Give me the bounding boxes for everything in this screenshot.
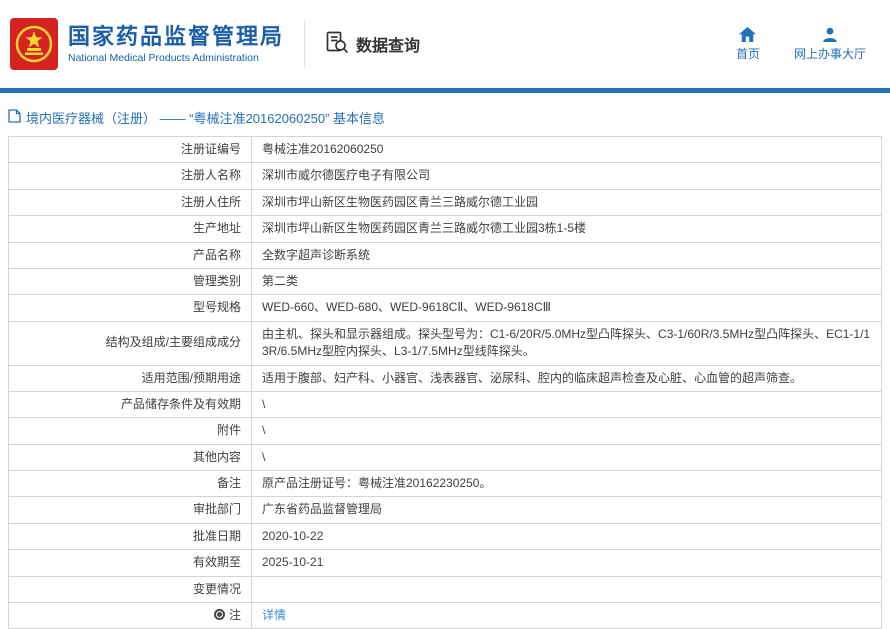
row-label: 生产地址 <box>8 215 252 243</box>
row-label: 管理类别 <box>8 267 252 296</box>
row-label: 附件 <box>8 417 252 445</box>
row-value: 2025-10-21 <box>251 549 882 577</box>
row-value: 详情 <box>251 602 882 629</box>
row-value: 深圳市威尔德医疗电子有限公司 <box>251 162 882 190</box>
row-value: 适用于腹部、妇产科、小器官、浅表器官、泌尿科、腔内的临床超声检查及心脏、心血管的… <box>251 364 882 392</box>
site-header: 国家药品监督管理局 National Medical Products Admi… <box>0 0 890 88</box>
detail-link[interactable]: 详情 <box>262 608 286 622</box>
table-row: 注详情 <box>8 602 882 629</box>
row-value: 第二类 <box>251 267 882 296</box>
row-value: 原产品注册证号：粤械注准20162230250。 <box>251 470 882 498</box>
breadcrumb-text: 境内医疗器械（注册） —— “粤械注准20162060250” 基本信息 <box>26 111 386 126</box>
header-accent-bar <box>0 88 890 93</box>
info-table: 注册证编号 粤械注准20162060250 注册人名称 深圳市威尔德医疗电子有限公司注… <box>8 135 882 629</box>
row-value: 广东省药品监督管理局 <box>251 496 882 524</box>
row-label: 适用范围/预期用途 <box>8 364 252 392</box>
table-row: 型号规格 WED-660、WED-680、WED-9618CⅡ、WED-9618C… <box>8 294 882 322</box>
national-emblem-logo <box>10 18 58 70</box>
header-divider <box>304 21 306 67</box>
row-value: 全数字超声诊断系统 <box>251 241 882 269</box>
header-nav: 首页 网上办事大厅 <box>735 26 866 62</box>
org-name-en: National Medical Products Administration <box>68 52 259 65</box>
row-label: 有效期至 <box>8 549 252 577</box>
table-row: 其他内容 \ <box>8 443 882 472</box>
data-query-section: 数据查询 <box>325 30 420 59</box>
table-row: 审批部门 广东省药品监督管理局 <box>8 496 882 524</box>
document-icon <box>8 109 21 126</box>
table-row: 生产地址 深圳市坪山新区生物医药园区青兰三路威尔德工业园3栋1-5楼 <box>8 215 882 243</box>
nav-home-label: 首页 <box>735 46 760 61</box>
data-query-icon <box>325 30 349 59</box>
table-row: 备注 原产品注册证号：粤械注准20162230250。 <box>8 470 882 498</box>
row-label: 型号规格 <box>8 294 252 322</box>
row-label: 注册人名称 <box>8 162 252 190</box>
table-row: 附件 \ <box>8 417 882 445</box>
row-label: 结构及组成/主要组成成分 <box>8 320 252 366</box>
row-label: 产品名称 <box>8 241 252 269</box>
row-label: 审批部门 <box>8 496 252 524</box>
data-query-title: 数据查询 <box>356 38 421 55</box>
row-value: WED-660、WED-680、WED-9618CⅡ、WED-9618CⅢ <box>251 294 882 322</box>
row-value: \ <box>251 417 882 445</box>
table-row: 注册证编号 粤械注准20162060250 <box>8 135 882 164</box>
row-label: 注 <box>8 602 252 629</box>
row-value: 粤械注准20162060250 <box>251 135 882 164</box>
person-icon <box>822 27 838 42</box>
table-row: 批准日期 2020-10-22 <box>8 522 882 551</box>
row-value: \ <box>251 390 882 419</box>
row-value: 深圳市坪山新区生物医药园区青兰三路威尔德工业园3栋1-5楼 <box>251 215 882 243</box>
row-label: 注册人住所 <box>8 188 252 217</box>
org-names: 国家药品监督管理局 National Medical Products Admi… <box>68 24 284 64</box>
table-row: 管理类别 第二类 <box>8 267 882 296</box>
org-name-cn: 国家药品监督管理局 <box>68 23 285 49</box>
table-row: 变更情况 <box>8 575 882 604</box>
row-value: 2020-10-22 <box>251 522 882 551</box>
home-icon <box>739 26 757 42</box>
row-value: 由主机、探头和显示器组成。探头型号为：C1-6/20R/5.0MHz型凸阵探头、… <box>251 320 882 366</box>
table-row: 产品储存条件及有效期 \ <box>8 390 882 419</box>
row-label: 产品储存条件及有效期 <box>8 390 252 419</box>
row-value: \ <box>251 443 882 472</box>
row-label: 注册证编号 <box>8 135 252 164</box>
table-row: 有效期至 2025-10-21 <box>8 549 882 577</box>
row-label: 批准日期 <box>8 522 252 551</box>
row-label: 变更情况 <box>8 575 252 604</box>
nav-home[interactable]: 首页 <box>735 26 760 62</box>
nav-online-hall-label: 网上办事大厅 <box>793 46 866 61</box>
note-icon <box>213 609 225 621</box>
row-value: 深圳市坪山新区生物医药园区青兰三路威尔德工业园 <box>251 188 882 217</box>
table-row: 产品名称 全数字超声诊断系统 <box>8 241 882 269</box>
breadcrumb: 境内医疗器械（注册） —— “粤械注准20162060250” 基本信息 <box>8 108 882 127</box>
table-row: 注册人住所 深圳市坪山新区生物医药园区青兰三路威尔德工业园 <box>8 188 882 217</box>
nav-online-hall[interactable]: 网上办事大厅 <box>794 27 866 62</box>
table-row: 结构及组成/主要组成成分 由主机、探头和显示器组成。探头型号为：C1-6/20R/… <box>8 320 882 366</box>
row-value <box>251 575 882 604</box>
table-row: 适用范围/预期用途 适用于腹部、妇产科、小器官、浅表器官、泌尿科、腔内的临床超声检… <box>8 364 882 392</box>
row-label: 其他内容 <box>8 443 252 472</box>
row-label: 备注 <box>8 470 252 498</box>
table-row: 注册人名称 深圳市威尔德医疗电子有限公司 <box>8 162 882 190</box>
